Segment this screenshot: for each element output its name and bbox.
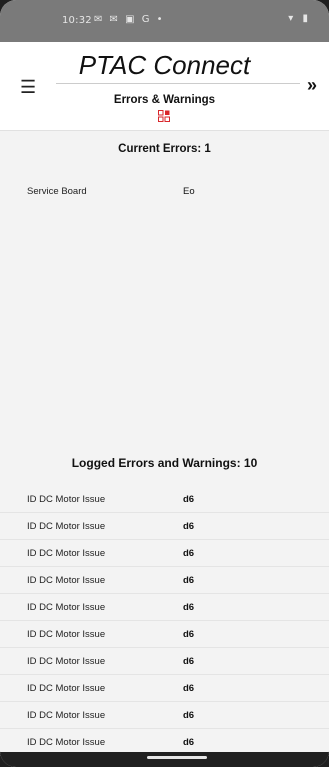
log-code: d6 bbox=[183, 602, 195, 613]
log-row: ID DC Motor Issue d6 bbox=[0, 594, 329, 621]
status-time: 10:32 bbox=[62, 15, 92, 26]
navigation-bar bbox=[0, 752, 329, 767]
signal-battery-icons: ▾ ▮ bbox=[288, 13, 311, 24]
status-bar: 10:32 ✉ ✉ ▣ G • ▾ ▮ bbox=[0, 0, 329, 42]
app-header: PTAC Connect ☰ » Errors & Warnings bbox=[0, 42, 329, 131]
error-code: Eo bbox=[183, 186, 195, 197]
page-subtitle: Errors & Warnings bbox=[113, 94, 216, 106]
notification-icons: ✉ ✉ ▣ G • bbox=[94, 14, 165, 25]
home-indicator[interactable] bbox=[147, 756, 207, 759]
log-code: d6 bbox=[183, 629, 195, 640]
current-errors-title: Current Errors: 1 bbox=[118, 143, 211, 155]
log-label: ID DC Motor Issue bbox=[27, 737, 106, 748]
log-label: ID DC Motor Issue bbox=[27, 629, 106, 640]
log-row: ID DC Motor Issue d6 bbox=[0, 702, 329, 729]
log-code: d6 bbox=[183, 548, 195, 559]
log-label: ID DC Motor Issue bbox=[27, 710, 106, 721]
log-label: ID DC Motor Issue bbox=[27, 548, 106, 559]
log-code: d6 bbox=[183, 710, 195, 721]
log-label: ID DC Motor Issue bbox=[27, 656, 106, 667]
log-row: ID DC Motor Issue d6 bbox=[0, 675, 329, 702]
log-label: ID DC Motor Issue bbox=[27, 575, 106, 586]
next-page-icon[interactable]: » bbox=[307, 76, 317, 94]
log-code: d6 bbox=[183, 737, 195, 748]
log-label: ID DC Motor Issue bbox=[27, 683, 106, 694]
log-code: d6 bbox=[183, 683, 195, 694]
log-code: d6 bbox=[183, 656, 195, 667]
grid-icon bbox=[158, 110, 170, 122]
phone-screen: 10:32 ✉ ✉ ▣ G • ▾ ▮ PTAC Connect ☰ » Err… bbox=[0, 0, 329, 767]
app-title: PTAC Connect bbox=[78, 50, 251, 80]
log-code: d6 bbox=[183, 494, 195, 505]
error-source: Service Board bbox=[27, 186, 87, 197]
log-row: ID DC Motor Issue d6 bbox=[0, 486, 329, 513]
log-row: ID DC Motor Issue d6 bbox=[0, 648, 329, 675]
log-row: ID DC Motor Issue d6 bbox=[0, 540, 329, 567]
title-divider bbox=[56, 83, 300, 84]
log-label: ID DC Motor Issue bbox=[27, 521, 106, 532]
log-row: ID DC Motor Issue d6 bbox=[0, 567, 329, 594]
log-label: ID DC Motor Issue bbox=[27, 494, 106, 505]
log-row: ID DC Motor Issue d6 bbox=[0, 621, 329, 648]
log-row: ID DC Motor Issue d6 bbox=[0, 513, 329, 540]
log-label: ID DC Motor Issue bbox=[27, 602, 106, 613]
log-code: d6 bbox=[183, 521, 195, 532]
logged-errors-title: Logged Errors and Warnings: 10 bbox=[71, 456, 258, 470]
log-code: d6 bbox=[183, 575, 195, 586]
